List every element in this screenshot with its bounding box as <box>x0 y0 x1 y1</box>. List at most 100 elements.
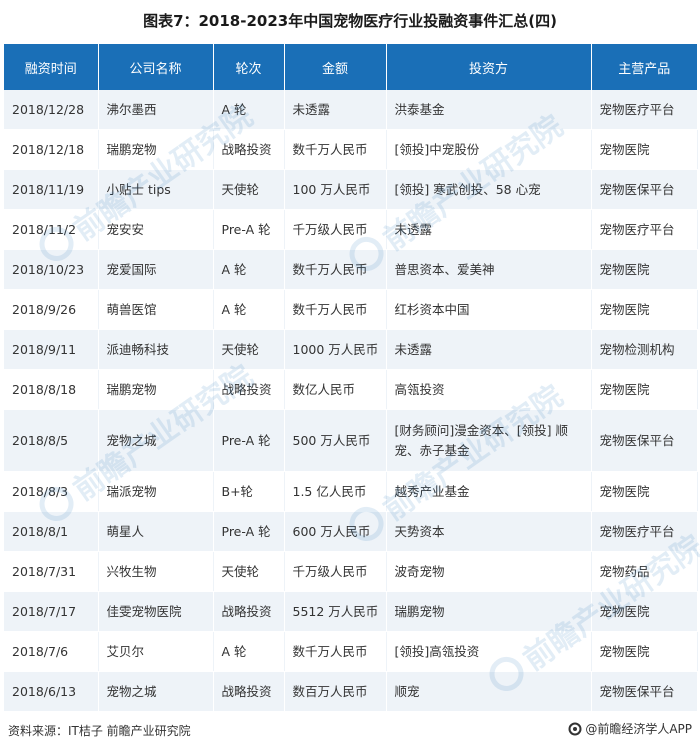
table-row: 2018/12/28 沸尔墨西 A 轮未透露 洪泰基金 宠物医疗平台 <box>4 90 697 130</box>
source-note: 资料来源：IT桔子 前瞻产业研究院 <box>8 724 191 738</box>
cell-financing-time: 2018/7/17 <box>4 591 99 632</box>
cell-round: A 轮 <box>213 249 285 290</box>
table-row: 2018/8/1 萌星人 Pre-A 轮 600 万人民币 天势资本 宠物医疗平台 <box>4 511 697 552</box>
cell-main-product: 宠物医院 <box>591 471 698 512</box>
cell-round: 战略投资 <box>213 129 285 170</box>
brand-text: @前瞻经济学人APP <box>585 722 692 736</box>
cell-financing-time: 2018/9/26 <box>4 289 99 330</box>
cell-investors: 洪泰基金 <box>386 90 592 130</box>
table-row: 2018/8/3 瑞派宠物 B+轮 1.5 亿人民币 越秀产业基金 宠物医院 <box>4 471 698 512</box>
cell-amount: 数千万人民币 <box>284 129 387 170</box>
cell-investors: 波奇宠物 <box>386 551 592 592</box>
cell-financing-time: 2018/8/5 <box>4 409 99 472</box>
cell-financing-time: 2018/7/6 <box>4 631 99 672</box>
cell-company-name: 萌兽医馆 <box>98 289 214 330</box>
header-round: 轮次 <box>213 44 285 90</box>
cell-company-name: 沸尔墨西 <box>98 90 214 130</box>
cell-investors: 天势资本 <box>386 511 592 552</box>
qianzhan-logo-icon <box>568 722 582 735</box>
cell-financing-time: 2018/8/18 <box>4 369 99 410</box>
cell-round: 天使轮 <box>213 551 285 592</box>
cell-financing-time: 2018/7/31 <box>4 551 99 592</box>
header-company-name: 公司名称 <box>98 44 214 90</box>
cell-amount: 500 万人民币 <box>284 409 387 472</box>
cell-investors: 瑞鹏宠物 <box>386 591 592 632</box>
table-row: 2018/12/18 瑞鹏宠物 战略投资 数千万人民币 [领投]中宠股份 宠物医院 <box>4 129 698 170</box>
cell-company-name: 宠安安 <box>98 209 214 250</box>
cell-investors: 普思资本、爱美神 <box>386 249 592 290</box>
cell-main-product: 宠物医疗平台 <box>591 209 698 250</box>
investment-table-container: 融资时间 公司名称 轮次 金额 投资方 主营产品 2018/12/28 沸尔墨西 A… <box>4 44 698 712</box>
cell-company-name: 瑞派宠物 <box>98 471 214 512</box>
header-amount: 金额 <box>284 44 387 90</box>
cell-investors: 未透露 <box>386 329 592 370</box>
cell-financing-time: 2018/11/2 <box>4 209 99 250</box>
table-row: 2018/9/26 萌兽医馆 A 轮数千万人民币 红杉资本中国 宠物医院 <box>4 289 698 330</box>
cell-financing-time: 2018/10/23 <box>4 249 99 290</box>
cell-company-name: 瑞鹏宠物 <box>98 369 214 410</box>
table-row: 2018/8/18 瑞鹏宠物 战略投资 数亿人民币 高瓴投资 宠物医院 <box>4 369 698 410</box>
cell-company-name: 萌星人 <box>98 511 214 552</box>
cell-main-product: 宠物医院 <box>591 591 697 632</box>
table-body: 2018/12/28 沸尔墨西 A 轮未透露 洪泰基金 宠物医疗平台 2018/12/18… <box>4 90 698 712</box>
cell-round: B+轮 <box>213 471 285 512</box>
cell-main-product: 宠物医保平台 <box>591 409 697 472</box>
cell-investors: 红杉资本中国 <box>386 289 592 330</box>
cell-financing-time: 2018/8/1 <box>4 511 99 552</box>
header-main-product: 主营产品 <box>591 44 697 90</box>
cell-company-name: 瑞鹏宠物 <box>98 129 214 170</box>
cell-round: 天使轮 <box>213 169 285 210</box>
cell-amount: 未透露 <box>284 90 387 130</box>
cell-company-name: 佳雯宠物医院 <box>98 591 214 632</box>
cell-round: Pre-A 轮 <box>213 209 285 250</box>
cell-round: A 轮 <box>213 289 285 330</box>
cell-main-product: 宠物医院 <box>591 289 698 330</box>
cell-financing-time: 2018/6/13 <box>4 671 99 712</box>
table-row: 2018/10/23 宠爱国际 A 轮数千万人民币 普思资本、爱美神 宠物医院 <box>4 249 697 290</box>
cell-investors: [领投]高瓴投资 <box>386 631 592 672</box>
cell-amount: 600 万人民币 <box>284 511 387 552</box>
cell-amount: 5512 万人民币 <box>284 591 387 632</box>
cell-financing-time: 2018/9/11 <box>4 329 99 370</box>
page-title: 图表7：2018-2023年中国宠物医疗行业投融资事件汇总(四) <box>143 12 557 30</box>
cell-investors: 顺宠 <box>386 671 592 712</box>
cell-main-product: 宠物医院 <box>591 369 698 410</box>
cell-financing-time: 2018/12/28 <box>4 90 99 130</box>
table-row: 2018/9/11 派迪畅科技 天使轮 1000 万人民币 未透露 宠物检测机构 <box>4 329 697 370</box>
cell-company-name: 宠物之城 <box>98 671 214 712</box>
cell-amount: 100 万人民币 <box>284 169 387 210</box>
cell-round: A 轮 <box>213 90 285 130</box>
cell-main-product: 宠物医院 <box>591 631 698 672</box>
cell-main-product: 宠物药品 <box>591 551 698 592</box>
header-investors: 投资方 <box>386 44 592 90</box>
cell-amount: 数百万人民币 <box>284 671 387 712</box>
cell-company-name: 小贴士 tips <box>98 169 214 210</box>
cell-main-product: 宠物检测机构 <box>591 329 697 370</box>
table-row: 2018/7/17 佳雯宠物医院 战略投资 5512 万人民币 瑞鹏宠物 宠物医院 <box>4 591 697 632</box>
cell-main-product: 宠物医院 <box>591 129 698 170</box>
cell-round: A 轮 <box>213 631 285 672</box>
cell-financing-time: 2018/12/18 <box>4 129 99 170</box>
cell-amount: 1.5 亿人民币 <box>284 471 387 512</box>
table-row: 2018/6/13 宠物之城 战略投资 数百万人民币 顺宠 宠物医保平台 <box>4 671 697 712</box>
cell-amount: 数千万人民币 <box>284 631 387 672</box>
investment-table: 融资时间 公司名称 轮次 金额 投资方 主营产品 2018/12/28 沸尔墨西 A… <box>4 44 698 712</box>
cell-round: Pre-A 轮 <box>213 409 285 472</box>
table-row: 2018/11/2 宠安安 Pre-A 轮千万级人民币 未透露 宠物医疗平台 <box>4 209 698 250</box>
cell-main-product: 宠物医院 <box>591 249 697 290</box>
cell-company-name: 宠爱国际 <box>98 249 214 290</box>
cell-investors: [财务顾问]漫金资本、[领投] 顺宠、赤子基金 <box>386 409 592 472</box>
cell-main-product: 宠物医保平台 <box>591 169 697 210</box>
cell-amount: 千万级人民币 <box>284 551 387 592</box>
cell-round: Pre-A 轮 <box>213 511 285 552</box>
table-header-row: 融资时间 公司名称 轮次 金额 投资方 主营产品 <box>4 44 697 90</box>
table-row: 2018/7/31 兴牧生物 天使轮 千万级人民币 波奇宠物 宠物药品 <box>4 551 698 592</box>
cell-amount: 数千万人民币 <box>284 249 387 290</box>
cell-main-product: 宠物医疗平台 <box>591 511 697 552</box>
cell-investors: [领投] 寒武创投、58 心宠 <box>386 169 592 210</box>
cell-amount: 数千万人民币 <box>284 289 387 330</box>
cell-round: 战略投资 <box>213 671 285 712</box>
cell-amount: 数亿人民币 <box>284 369 387 410</box>
brand-credit: @前瞻经济学人APP <box>568 720 692 737</box>
table-row: 2018/11/19 小贴士 tips 天使轮 100 万人民币 [领投] 寒武创投、5… <box>4 169 697 210</box>
